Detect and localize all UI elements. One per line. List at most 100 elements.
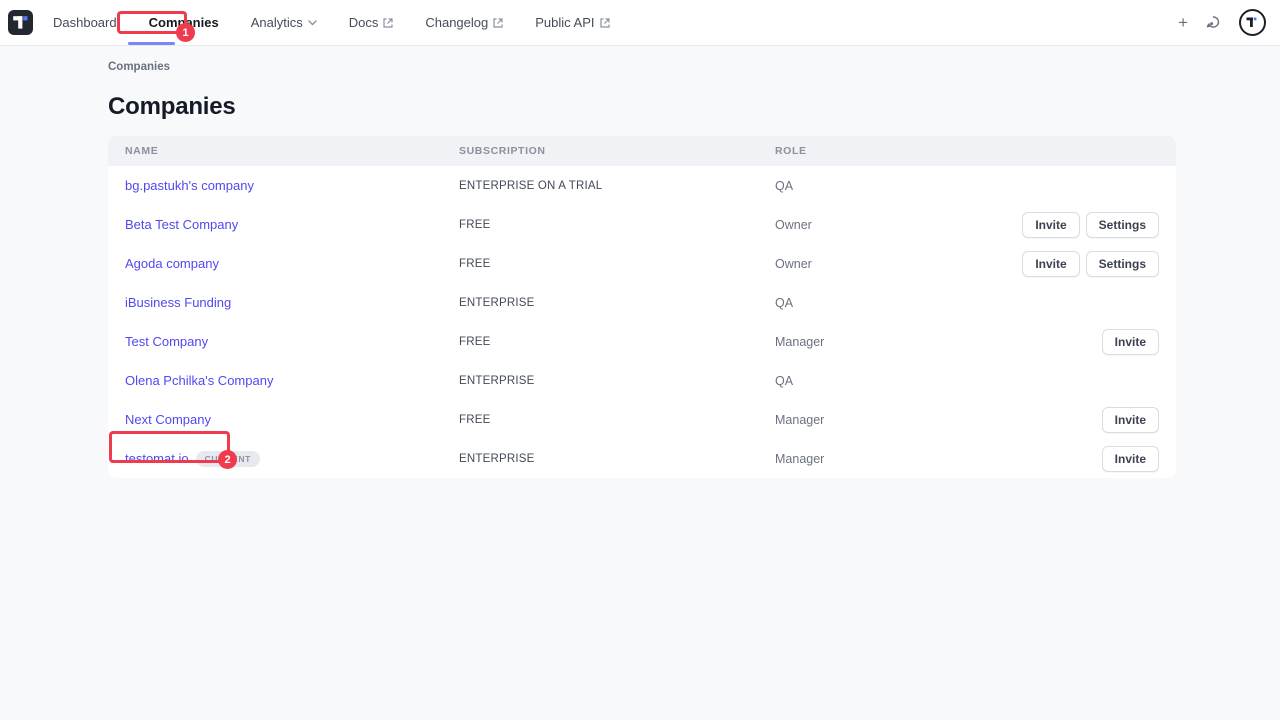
role-value: QA <box>775 179 793 193</box>
row-actions: Invite Settings <box>1022 251 1176 277</box>
role-value: Manager <box>775 335 824 349</box>
nav-right-icons: + <box>1178 9 1270 36</box>
company-link[interactable]: Beta Test Company <box>125 217 238 232</box>
external-link-icon <box>383 18 393 28</box>
company-link[interactable]: Next Company <box>125 412 211 427</box>
subscription-cell: ENTERPRISE ON A TRIAL <box>442 180 758 192</box>
nav-items: Dashboard Companies Analytics Docs Chang… <box>51 9 612 36</box>
nav-item-label: Docs <box>349 15 379 30</box>
company-name-cell: Next Company <box>108 412 442 427</box>
avatar-logo-icon <box>1245 15 1260 30</box>
company-name-cell: Agoda company <box>108 256 442 271</box>
current-badge: CURRENT <box>196 451 260 467</box>
table-row: testomat.io CURRENT ENTERPRISE Manager Invit… <box>108 439 1176 478</box>
nav-item-label: Companies <box>149 15 219 30</box>
company-link[interactable]: bg.pastukh's company <box>125 178 254 193</box>
invite-button[interactable]: Invite <box>1102 407 1159 433</box>
table-row: Beta Test Company FREE OwnerInvite Settings <box>108 205 1176 244</box>
company-name-cell: iBusiness Funding <box>108 295 442 310</box>
plus-icon[interactable]: + <box>1178 14 1188 31</box>
table-row: Next Company FREE Manager Invite <box>108 400 1176 439</box>
subscription-cell: FREE <box>442 219 758 231</box>
role-cell: QA <box>758 179 1159 193</box>
column-header-role: Role <box>758 145 1176 157</box>
role-cell: Owner <box>758 218 1022 232</box>
subscription-cell: ENTERPRISE <box>442 375 758 387</box>
table-row: bg.pastukh's company ENTERPRISE ON A TRIA… <box>108 166 1176 205</box>
subscription-value: FREE <box>459 414 490 426</box>
breadcrumb[interactable]: Companies <box>108 61 1280 73</box>
settings-button[interactable]: Settings <box>1086 251 1159 277</box>
subscription-value: ENTERPRISE <box>459 375 535 387</box>
role-value: QA <box>775 296 793 310</box>
invite-button[interactable]: Invite <box>1102 329 1159 355</box>
subscription-cell: FREE <box>442 258 758 270</box>
nav-item-analytics[interactable]: Analytics <box>249 9 319 36</box>
invite-button[interactable]: Invite <box>1022 212 1079 238</box>
companies-table: Name Subscription Role bg.pastukh's comp… <box>108 136 1176 478</box>
subscription-value: FREE <box>459 336 490 348</box>
nav-item-public-api[interactable]: Public API <box>533 9 611 36</box>
support-icon[interactable] <box>1205 14 1222 31</box>
subscription-value: ENTERPRISE <box>459 453 535 465</box>
role-value: Manager <box>775 413 824 427</box>
invite-button[interactable]: Invite <box>1022 251 1079 277</box>
table-row: Agoda company FREE OwnerInvite Settings <box>108 244 1176 283</box>
page-title: Companies <box>108 93 1280 121</box>
nav-item-label: Changelog <box>425 15 488 30</box>
subscription-cell: ENTERPRISE <box>442 453 758 465</box>
external-link-icon <box>600 18 610 28</box>
company-link[interactable]: Agoda company <box>125 256 219 271</box>
role-cell: QA <box>758 374 1159 388</box>
table-body: bg.pastukh's company ENTERPRISE ON A TRIA… <box>108 166 1176 478</box>
table-row: Test Company FREE Manager Invite <box>108 322 1176 361</box>
subscription-value: FREE <box>459 258 490 270</box>
role-cell: Manager <box>758 413 1102 427</box>
subscription-value: ENTERPRISE ON A TRIAL <box>459 180 602 192</box>
testomat-logo-icon <box>8 10 33 35</box>
subscription-cell: ENTERPRISE <box>442 297 758 309</box>
nav-item-companies[interactable]: Companies <box>147 9 221 36</box>
company-name-cell: Olena Pchilka's Company <box>108 373 442 388</box>
company-name-cell: bg.pastukh's company <box>108 178 442 193</box>
subscription-value: FREE <box>459 219 490 231</box>
nav-item-label: Analytics <box>251 15 303 30</box>
role-value: Manager <box>775 452 824 466</box>
subscription-value: ENTERPRISE <box>459 297 535 309</box>
company-name-cell: Beta Test Company <box>108 217 442 232</box>
row-actions: Invite <box>1102 407 1176 433</box>
subscription-cell: FREE <box>442 414 758 426</box>
subscription-cell: FREE <box>442 336 758 348</box>
company-name-cell: Test Company <box>108 334 442 349</box>
row-actions: Invite <box>1102 446 1176 472</box>
role-cell: QA <box>758 296 1159 310</box>
table-header-row: Name Subscription Role <box>108 136 1176 166</box>
row-actions: Invite <box>1102 329 1176 355</box>
company-link[interactable]: Test Company <box>125 334 208 349</box>
company-link[interactable]: Olena Pchilka's Company <box>125 373 273 388</box>
company-link[interactable]: testomat.io <box>125 451 189 466</box>
top-nav: Dashboard Companies Analytics Docs Chang… <box>0 0 1280 46</box>
nav-item-docs[interactable]: Docs <box>347 9 396 36</box>
testomat-logo[interactable] <box>8 10 33 35</box>
user-avatar[interactable] <box>1239 9 1266 36</box>
table-row: iBusiness Funding ENTERPRISE QA <box>108 283 1176 322</box>
settings-button[interactable]: Settings <box>1086 212 1159 238</box>
role-cell: Owner <box>758 257 1022 271</box>
nav-item-changelog[interactable]: Changelog <box>423 9 505 36</box>
company-link[interactable]: iBusiness Funding <box>125 295 231 310</box>
invite-button[interactable]: Invite <box>1102 446 1159 472</box>
table-row: Olena Pchilka's Company ENTERPRISE QA <box>108 361 1176 400</box>
row-actions: Invite Settings <box>1022 212 1176 238</box>
main-content: Companies Companies Name Subscription Ro… <box>0 46 1280 478</box>
role-cell: Manager <box>758 452 1102 466</box>
column-header-name: Name <box>108 145 442 157</box>
nav-item-dashboard[interactable]: Dashboard <box>51 9 119 36</box>
role-value: QA <box>775 374 793 388</box>
active-tab-indicator <box>128 42 175 45</box>
nav-item-label: Public API <box>535 15 594 30</box>
column-header-subscription: Subscription <box>442 145 758 157</box>
nav-item-label: Dashboard <box>53 15 117 30</box>
company-name-cell: testomat.io CURRENT <box>108 451 442 467</box>
external-link-icon <box>493 18 503 28</box>
